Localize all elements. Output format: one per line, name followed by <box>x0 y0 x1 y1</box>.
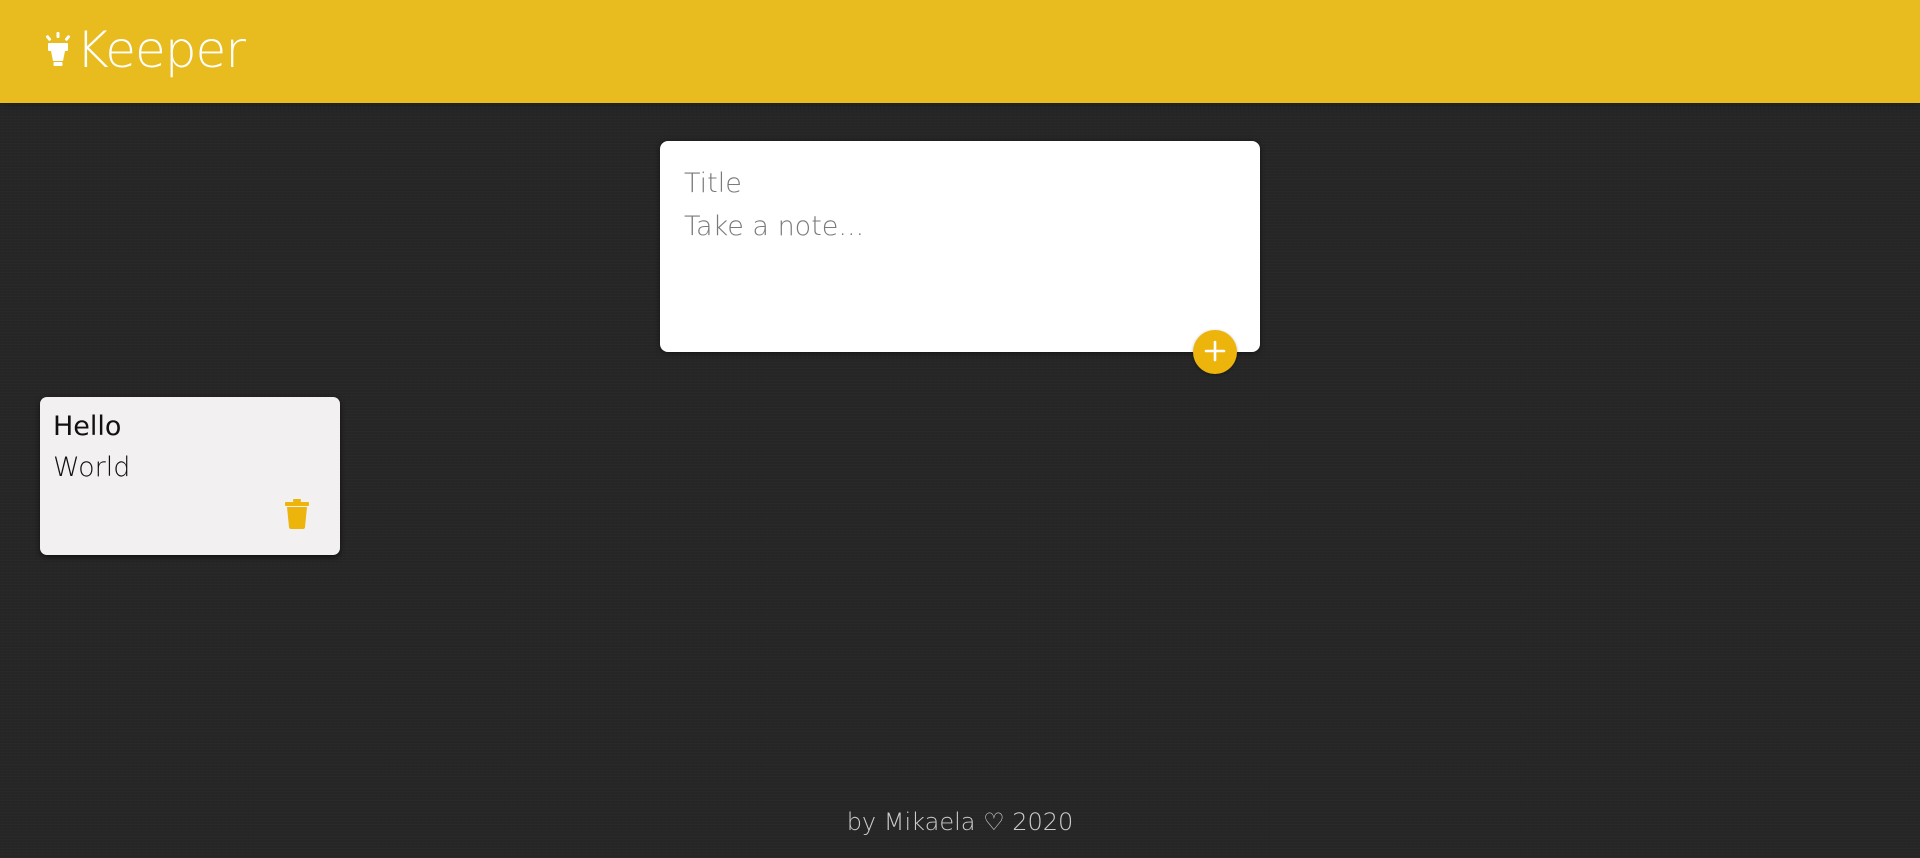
create-note-form <box>660 141 1260 352</box>
footer-text: by Mikaela ♡ 2020 <box>846 808 1074 836</box>
app-title: Keeper <box>76 21 246 79</box>
trash-icon <box>285 498 309 532</box>
add-note-button[interactable] <box>1193 330 1237 374</box>
app-header: Keeper <box>0 0 1920 103</box>
logo[interactable]: Keeper <box>44 21 246 82</box>
footer: by Mikaela ♡ 2020 <box>0 808 1920 836</box>
note-content: World <box>53 452 131 483</box>
delete-note-button[interactable] <box>272 495 322 535</box>
title-input[interactable] <box>684 163 1224 203</box>
note-title: Hello <box>53 411 122 442</box>
note-content-input[interactable] <box>684 211 1224 331</box>
lightbulb-icon <box>44 32 74 72</box>
note-card: Hello World <box>40 397 340 555</box>
plus-icon <box>1203 339 1227 366</box>
